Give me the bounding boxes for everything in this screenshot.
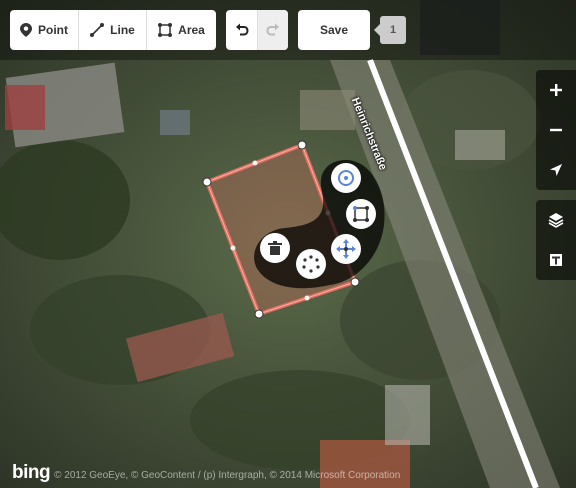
circularize-button[interactable] xyxy=(331,163,361,193)
map-data-icon xyxy=(550,254,562,266)
add-point-label: Point xyxy=(38,23,68,37)
add-area-label: Area xyxy=(178,23,205,37)
selection-layer xyxy=(202,140,385,319)
square-button[interactable] xyxy=(346,199,376,229)
undo-button[interactable] xyxy=(226,10,257,50)
delete-icon xyxy=(268,241,282,255)
add-line-button[interactable]: Line xyxy=(78,10,146,50)
zoom-in-button[interactable] xyxy=(536,70,576,110)
redo-button[interactable] xyxy=(257,10,288,50)
vertex-handle xyxy=(350,277,360,287)
undo-icon xyxy=(235,23,249,36)
add-point-button[interactable]: Point xyxy=(10,10,78,50)
vertex-handle xyxy=(254,309,264,319)
add-line-label: Line xyxy=(110,23,135,37)
add-area-button[interactable]: Area xyxy=(146,10,216,50)
vertex-handle xyxy=(202,177,212,187)
add-feature-group: Point Line Area xyxy=(10,10,216,50)
reflect-button[interactable] xyxy=(296,249,326,279)
attribution: bing © 2012 GeoEye, © GeoContent / (p) I… xyxy=(12,463,400,482)
delete-button[interactable] xyxy=(260,233,290,263)
vertex-handle xyxy=(297,140,307,150)
bing-logo: bing xyxy=(12,462,51,483)
zoom-out-icon xyxy=(550,128,562,132)
edit-count-badge: 1 xyxy=(374,16,406,44)
attribution-text[interactable]: © 2012 GeoEye, © GeoContent / (p) Interg… xyxy=(54,470,400,482)
line-icon xyxy=(90,23,105,37)
history-group xyxy=(226,10,288,50)
move-button[interactable] xyxy=(331,234,361,264)
redo-icon xyxy=(266,23,279,36)
layers-icon xyxy=(548,213,564,228)
locate-icon xyxy=(550,164,562,176)
locate-button[interactable] xyxy=(536,150,576,190)
save-button[interactable]: Save xyxy=(298,10,370,50)
point-icon xyxy=(20,23,32,37)
area-icon xyxy=(158,23,173,37)
zoom-out-button[interactable] xyxy=(536,110,576,150)
background-settings-button[interactable] xyxy=(536,200,576,240)
map-controls xyxy=(536,70,576,280)
zoom-in-icon xyxy=(550,84,562,96)
map-data-button[interactable] xyxy=(536,240,576,280)
map-canvas[interactable]: Heinrichstraße xyxy=(0,0,576,488)
